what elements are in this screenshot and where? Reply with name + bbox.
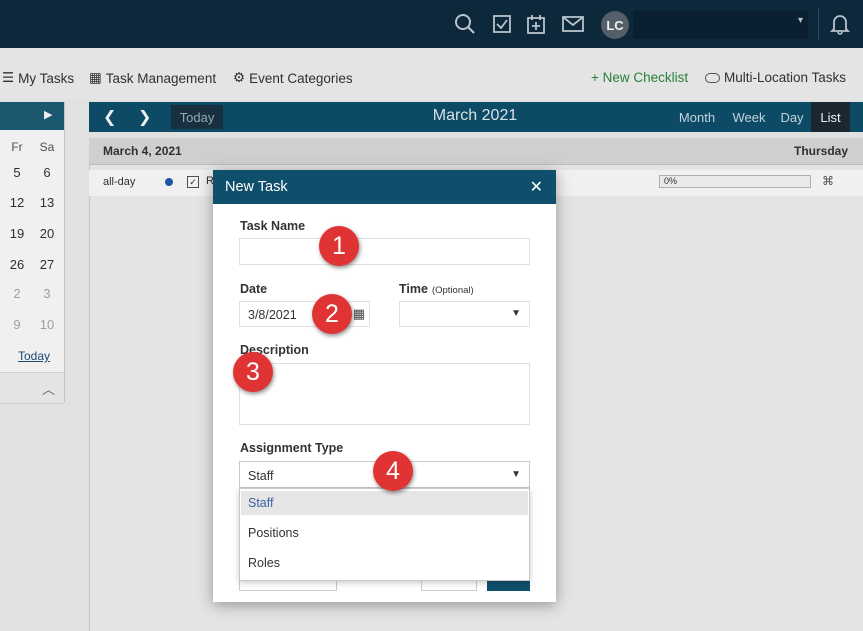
date-value: 3/8/2021 bbox=[248, 308, 297, 322]
time-select[interactable]: ▼ bbox=[399, 301, 530, 327]
step-marker-2: 2 bbox=[312, 294, 352, 334]
task-name-label: Task Name bbox=[240, 219, 306, 233]
assignment-type-dropdown: Staff Positions Roles bbox=[239, 488, 530, 581]
option-staff[interactable]: Staff bbox=[241, 491, 528, 515]
step-marker-3: 3 bbox=[233, 352, 273, 392]
assignment-type-label: Assignment Type bbox=[240, 441, 344, 455]
assignment-type-value: Staff bbox=[248, 469, 274, 483]
time-optional-hint: (Optional) bbox=[431, 285, 474, 296]
modal-header: New Task ✕ bbox=[213, 170, 556, 204]
step-marker-4: 4 bbox=[373, 451, 413, 491]
modal-title: New Task bbox=[225, 179, 288, 195]
description-textarea[interactable] bbox=[239, 363, 530, 425]
chevron-down-icon[interactable]: ▼ bbox=[511, 469, 521, 480]
option-roles[interactable]: Roles bbox=[241, 551, 528, 575]
chevron-down-icon[interactable]: ▼ bbox=[511, 308, 521, 319]
time-label-text: Time bbox=[399, 282, 428, 296]
option-positions[interactable]: Positions bbox=[241, 521, 528, 545]
date-label: Date bbox=[240, 282, 268, 296]
task-name-input[interactable] bbox=[239, 238, 530, 265]
time-label: Time (Optional) bbox=[399, 282, 474, 296]
step-marker-1: 1 bbox=[319, 226, 359, 266]
close-icon[interactable]: ✕ bbox=[530, 177, 543, 197]
calendar-picker-icon[interactable]: ▦ bbox=[353, 306, 365, 322]
